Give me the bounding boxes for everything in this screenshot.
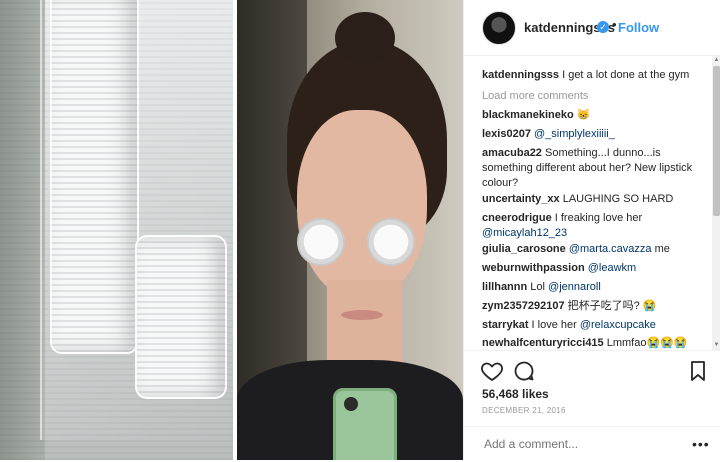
comment-text: Lol xyxy=(527,281,549,293)
avatar[interactable] xyxy=(482,11,516,45)
comment-username[interactable]: starrykat xyxy=(482,319,528,331)
list-item: amacuba22 Something...I dunno...is somet… xyxy=(482,146,707,191)
comment-username[interactable]: katdenningsss xyxy=(482,69,559,81)
likes-count[interactable]: 56,468 likes xyxy=(482,387,549,401)
header-separator: • xyxy=(612,17,617,32)
bookmark-icon[interactable] xyxy=(686,359,710,383)
load-more-comments-link[interactable]: Load more comments xyxy=(482,90,588,102)
comment-text: Lmmfao😭😭😭 xyxy=(603,337,688,349)
comment-text-after: me xyxy=(651,243,670,255)
comment-mention[interactable]: @micaylah12_23 xyxy=(482,227,567,239)
list-item: blackmanekineko 😸 xyxy=(482,108,707,123)
comment-mention[interactable]: @_simplylexiiiii_ xyxy=(534,128,615,140)
list-item: lexis0207 @_simplylexiiiii_ xyxy=(482,127,707,142)
list-item: giulia_carosone @marta.cavazza me xyxy=(482,242,707,257)
scroll-up-arrow-icon[interactable]: ▲ xyxy=(712,56,720,65)
comments-scrollbar[interactable]: ▲ ▼ xyxy=(712,56,720,350)
comment-username[interactable]: zym2357292107 xyxy=(482,300,565,312)
photo-hair-bun xyxy=(335,12,395,64)
photo-neck xyxy=(327,280,402,370)
photo-face xyxy=(297,110,427,300)
verified-badge-icon: ✓ xyxy=(597,21,609,33)
comment-mention[interactable]: @leawkm xyxy=(588,262,636,274)
list-item: uncertainty_xx LAUGHING SO HARD xyxy=(482,192,707,207)
post-side-panel: katdenningsss ✓ • Follow katdenningsss I… xyxy=(463,0,720,460)
comment-text: 😸 xyxy=(573,109,591,121)
photo-cup-stack-short xyxy=(135,235,227,399)
photo-phone-camera xyxy=(344,397,358,411)
comment-username[interactable]: giulia_carosone xyxy=(482,243,566,255)
post-header: katdenningsss ✓ • Follow xyxy=(464,0,720,56)
comment-username[interactable]: uncertainty_xx xyxy=(482,193,560,205)
photo-cup-stack-tall xyxy=(50,0,139,354)
comment-username[interactable]: lexis0207 xyxy=(482,128,531,140)
comment-username[interactable]: cneerodrigue xyxy=(482,212,552,224)
list-item: starrykat I love her @relaxcupcake xyxy=(482,318,707,333)
photo-selfie xyxy=(237,0,463,460)
comment-text: I get a lot done at the gym xyxy=(559,69,690,81)
photo-cups xyxy=(0,0,233,460)
add-comment-input[interactable] xyxy=(482,436,676,452)
post-date: DECEMBER 21, 2016 xyxy=(482,406,566,415)
comment-username[interactable]: weburnwithpassion xyxy=(482,262,585,274)
list-item: lillhannn Lol @jennaroll xyxy=(482,280,707,295)
comment-text: I freaking love her xyxy=(551,212,643,224)
photo-cup-left-eye xyxy=(297,218,345,266)
list-item: weburnwithpassion @leawkm xyxy=(482,261,707,276)
more-options-icon[interactable]: ••• xyxy=(692,436,710,452)
heart-icon[interactable] xyxy=(480,359,504,383)
photo-phone xyxy=(333,388,397,460)
comment-icon[interactable] xyxy=(512,359,536,383)
list-item: cneerodrigue I freaking love her @micayl… xyxy=(482,211,707,241)
list-item: newhalfcenturyricci415 Lmmfao😭😭😭 xyxy=(482,336,707,350)
post-media[interactable] xyxy=(0,0,463,460)
comment-username[interactable]: newhalfcenturyricci415 xyxy=(482,337,604,349)
comment-text: 把杯子吃了吗? 😭 xyxy=(564,300,657,312)
scroll-down-arrow-icon[interactable]: ▼ xyxy=(712,341,720,350)
comment-username[interactable]: blackmanekineko xyxy=(482,109,574,121)
post-actions: 56,468 likes DECEMBER 21, 2016 ••• xyxy=(464,350,720,461)
photo-cup-right-eye xyxy=(367,218,415,266)
comment-username[interactable]: amacuba22 xyxy=(482,147,542,159)
scrollbar-thumb[interactable] xyxy=(713,66,720,216)
list-item: zym2357292107 把杯子吃了吗? 😭 xyxy=(482,299,707,314)
comment-mention[interactable]: @relaxcupcake xyxy=(580,319,656,331)
comment-text: I love her xyxy=(528,319,580,331)
comment-mention[interactable]: @jennaroll xyxy=(548,281,601,293)
photo-lips xyxy=(341,310,383,320)
caption: katdenningsss I get a lot done at the gy… xyxy=(482,68,707,83)
comment-mention[interactable]: @marta.cavazza xyxy=(569,243,652,255)
add-comment-bar: ••• xyxy=(464,426,720,462)
comment-username[interactable]: lillhannn xyxy=(482,281,527,293)
follow-button[interactable]: Follow xyxy=(618,20,659,35)
comments-list[interactable]: katdenningsss I get a lot done at the gy… xyxy=(464,56,720,350)
comment-text: LAUGHING SO HARD xyxy=(559,193,674,205)
